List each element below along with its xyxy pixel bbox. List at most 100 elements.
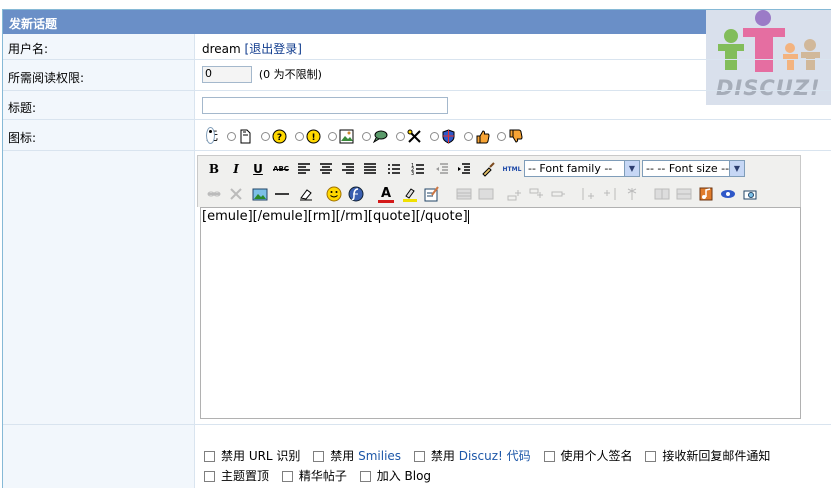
option-disable-url-label: 禁用 URL 识别 (221, 449, 301, 463)
html-button[interactable]: HTML (502, 161, 522, 177)
thumbs-up-icon (476, 130, 490, 144)
font-family-value: -- Font family -- (528, 162, 613, 175)
permission-hint: (0 为不限制) (258, 68, 322, 81)
col-after-icon[interactable] (602, 186, 618, 202)
tools-icon (407, 129, 421, 143)
smiley-icon[interactable] (326, 186, 342, 202)
editor-textarea[interactable]: [emule][/emule][rm][/rm][quote][/quote] (200, 207, 801, 419)
picture-icon (339, 129, 354, 144)
flash-icon[interactable] (348, 186, 364, 202)
delete-col-icon[interactable] (624, 186, 640, 202)
table-insert-icon[interactable] (456, 186, 472, 202)
music-icon[interactable] (698, 186, 714, 202)
preview-icon[interactable] (742, 186, 758, 202)
icon-radio-none[interactable] (206, 127, 215, 144)
option-use-signature[interactable]: 使用个人签名 (543, 449, 633, 463)
font-color-icon[interactable]: A (378, 186, 394, 203)
icon-options: 无 ? ! (196, 120, 831, 150)
horizontal-rule-icon[interactable] (274, 186, 290, 202)
col-before-icon[interactable] (580, 186, 596, 202)
eye-icon[interactable] (720, 186, 736, 202)
option-sticky-label: 主题置顶 (221, 469, 270, 483)
bold-button[interactable]: B (206, 161, 222, 177)
option-use-signature-label: 使用个人签名 (560, 449, 633, 463)
options-line-2: 主题置顶 精华帖子 加入 Blog (204, 467, 440, 484)
shield-icon (442, 129, 455, 144)
align-left-icon[interactable] (296, 161, 312, 177)
option-digest-label: 精华帖子 (298, 469, 347, 483)
table-props-icon[interactable] (478, 186, 494, 202)
svg-text:3: 3 (411, 171, 414, 177)
option-disable-url[interactable]: 禁用 URL 识别 (204, 449, 300, 463)
align-right-icon[interactable] (340, 161, 356, 177)
checkbox-icon (543, 451, 555, 462)
icon-radio-2[interactable] (260, 132, 270, 141)
username-value-cell: dream [退出登录] (196, 34, 831, 59)
option-email-notify[interactable]: 接收新回复邮件通知 (645, 449, 770, 463)
icon-radio-8[interactable] (463, 132, 473, 141)
checkbox-icon (204, 471, 215, 482)
option-digest[interactable]: 精华帖子 (281, 469, 347, 483)
chevron-down-icon: ▼ (624, 161, 639, 176)
svg-text:!: ! (311, 133, 315, 143)
icon-radio-7[interactable] (429, 132, 439, 141)
icon-radio-9[interactable] (497, 132, 507, 141)
permission-input-value: 0 (205, 67, 212, 80)
logout-link[interactable]: [退出登录] (245, 42, 302, 56)
icon-radio-4[interactable] (328, 132, 338, 141)
username-value: dream (202, 42, 241, 56)
font-size-select[interactable]: -- -- Font size -- -- ▼ (642, 160, 745, 177)
option-disable-discuz-code[interactable]: 禁用 Discuz! 代码 (413, 449, 531, 463)
checkbox-icon (359, 471, 371, 482)
outdent-icon[interactable] (434, 161, 450, 177)
checkbox-icon (313, 451, 325, 462)
row-after-icon[interactable] (528, 186, 544, 202)
numbered-list-icon[interactable]: 123 (410, 161, 426, 177)
permission-cell: 0 (0 为不限制) (196, 60, 831, 90)
split-cells-icon[interactable] (654, 186, 670, 202)
icon-radio-1[interactable] (226, 132, 236, 141)
option-add-blog[interactable]: 加入 Blog (359, 469, 431, 483)
eraser-icon[interactable] (298, 186, 314, 202)
strikethrough-button[interactable]: ABC (272, 161, 290, 177)
merge-cells-icon[interactable] (676, 186, 692, 202)
bullet-list-icon[interactable] (386, 161, 402, 177)
svg-text:?: ? (277, 133, 282, 143)
font-family-select[interactable]: -- Font family -- ▼ (524, 160, 640, 177)
icon-radio-3[interactable] (294, 132, 304, 141)
checkbox-icon (281, 471, 293, 482)
row-icon: 图标: 无 ? ! (3, 120, 831, 151)
icon-radio-6[interactable] (395, 132, 405, 141)
checkbox-icon (645, 451, 657, 462)
thumbs-down-icon (509, 129, 523, 143)
clean-format-icon[interactable] (480, 161, 496, 177)
link-icon[interactable] (206, 186, 222, 202)
italic-button[interactable]: I (228, 161, 244, 177)
row-username: 用户名: dream [退出登录] (3, 34, 831, 60)
option-disable-discuz-prefix: 禁用 (430, 449, 459, 463)
unlink-icon[interactable] (228, 186, 244, 202)
icon-label: 图标: (3, 120, 195, 150)
option-disable-smilies[interactable]: 禁用 Smilies (313, 449, 401, 463)
subject-input[interactable] (202, 97, 448, 114)
highlight-icon[interactable] (402, 186, 418, 202)
icon-radio-5[interactable] (362, 132, 372, 141)
chat-bubble-icon (373, 130, 388, 144)
edit-code-icon[interactable] (424, 186, 440, 202)
indent-icon[interactable] (456, 161, 472, 177)
align-center-icon[interactable] (318, 161, 334, 177)
permission-label: 所需阅读权限: (3, 60, 195, 90)
subject-cell (196, 91, 831, 119)
justify-icon[interactable] (362, 161, 378, 177)
underline-button[interactable]: U (250, 161, 266, 177)
image-icon[interactable] (252, 186, 268, 202)
question-icon: ? (272, 129, 287, 144)
permission-input[interactable]: 0 (202, 66, 252, 83)
delete-row-icon[interactable] (550, 186, 566, 202)
option-disable-smilies-label: Smilies (358, 449, 402, 463)
checkbox-icon (413, 451, 425, 462)
row-before-icon[interactable] (506, 186, 522, 202)
username-label: 用户名: (3, 34, 195, 59)
option-sticky[interactable]: 主题置顶 (204, 469, 269, 483)
page-icon (240, 129, 251, 144)
